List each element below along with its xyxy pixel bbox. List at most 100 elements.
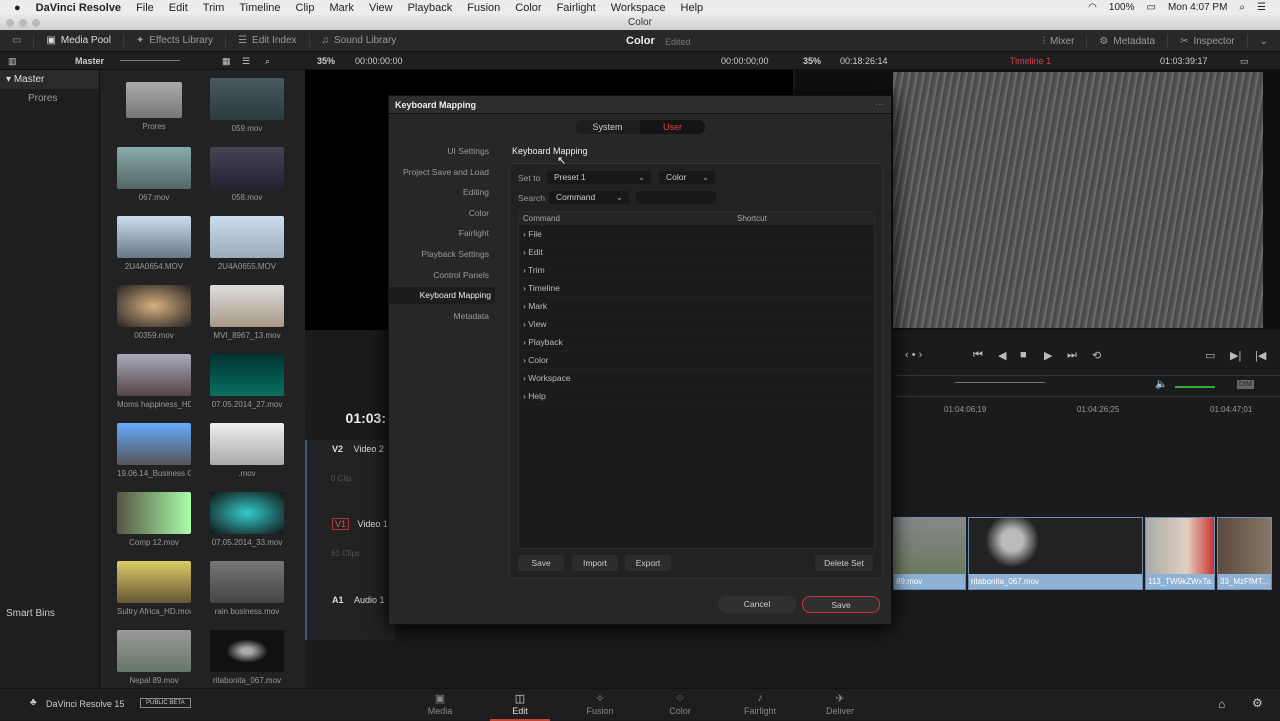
stop-icon[interactable]: ■ bbox=[1020, 349, 1027, 361]
save-button[interactable]: Save bbox=[802, 596, 880, 613]
command-group-row[interactable]: › Workspace bbox=[519, 369, 874, 387]
col-command[interactable]: Command bbox=[523, 214, 560, 223]
track-id[interactable]: V1 bbox=[332, 518, 350, 530]
media-clip[interactable]: Comp 12.mov bbox=[117, 492, 191, 547]
apple-icon[interactable]: ● bbox=[14, 2, 21, 14]
nav-control-panels[interactable]: Control Panels bbox=[433, 270, 489, 280]
media-clip[interactable]: MVI_8967_13.mov bbox=[210, 285, 284, 340]
page-deliver[interactable]: ✈ Deliver bbox=[810, 689, 870, 721]
nav-ui-settings[interactable]: UI Settings bbox=[447, 146, 489, 156]
command-group-row[interactable]: › File bbox=[519, 225, 874, 243]
search-by-dropdown[interactable]: Command ⌄ bbox=[549, 191, 629, 204]
menu-edit[interactable]: Edit bbox=[169, 2, 188, 14]
dim-button[interactable]: DIM bbox=[1237, 380, 1254, 389]
menu-playback[interactable]: Playback bbox=[408, 2, 453, 14]
menu-clip[interactable]: Clip bbox=[296, 2, 315, 14]
track-id[interactable]: A1 bbox=[332, 595, 344, 605]
timeline-zoom-slider[interactable] bbox=[955, 382, 1045, 383]
media-clip[interactable]: 07.05.2014_33.mov bbox=[210, 492, 284, 547]
cancel-button[interactable]: Cancel bbox=[718, 596, 796, 613]
loop-icon[interactable]: ⟲ bbox=[1092, 349, 1101, 362]
media-clip[interactable]: 067.mov bbox=[117, 147, 191, 202]
menu-view[interactable]: View bbox=[369, 2, 393, 14]
thumb-size-slider[interactable] bbox=[120, 60, 180, 61]
nav-editing[interactable]: Editing bbox=[463, 187, 489, 197]
effects-library-button[interactable]: ✦ Effects Library bbox=[124, 33, 227, 48]
search-icon[interactable]: ⌕ bbox=[265, 56, 270, 67]
media-clip[interactable]: 058.mov bbox=[210, 147, 284, 202]
tab-user[interactable]: User bbox=[640, 120, 705, 134]
track-name[interactable]: Audio 1 bbox=[354, 595, 385, 605]
expand-button[interactable]: ⌄ bbox=[1248, 34, 1280, 48]
inspector-button[interactable]: ✂ Inspector bbox=[1168, 34, 1248, 48]
media-clip[interactable]: 00359.mov bbox=[117, 285, 191, 340]
play-icon[interactable]: ▶ bbox=[1044, 349, 1052, 362]
spotlight-icon[interactable]: ⌕ bbox=[1239, 2, 1245, 13]
battery-icon[interactable]: ▭ bbox=[1146, 2, 1155, 13]
mixer-button[interactable]: ⫶ Mixer bbox=[1030, 34, 1088, 48]
timeline-clip[interactable]: ritabonita_067.mov bbox=[968, 517, 1143, 590]
menu-help[interactable]: Help bbox=[681, 2, 704, 14]
command-group-row[interactable]: › View bbox=[519, 315, 874, 333]
command-group-row[interactable]: › Playback bbox=[519, 333, 874, 351]
jump-end-icon[interactable]: ⏭ bbox=[1067, 349, 1077, 362]
command-group-row[interactable]: › Timeline bbox=[519, 279, 874, 297]
menu-trim[interactable]: Trim bbox=[203, 2, 225, 14]
command-group-row[interactable]: › Edit bbox=[519, 243, 874, 261]
media-clip[interactable]: rain business.mov bbox=[210, 561, 284, 616]
media-clip[interactable]: ritabonita_067.mov bbox=[210, 630, 284, 685]
page-media[interactable]: ▣ Media bbox=[410, 689, 470, 721]
menu-fusion[interactable]: Fusion bbox=[467, 2, 500, 14]
rewind-icon[interactable]: ◀ bbox=[998, 349, 1006, 362]
media-clip[interactable]: 19.06.14_Business G... bbox=[117, 423, 191, 478]
timeline-clip[interactable]: 89.mov bbox=[893, 517, 966, 590]
media-clip[interactable]: 059.mov bbox=[210, 78, 284, 133]
source-zoom[interactable]: 35% bbox=[317, 56, 335, 66]
timeline-ruler[interactable]: 01:04:06;19 01:04:26;25 01:04:47;01 bbox=[895, 405, 1280, 423]
page-dropdown[interactable]: Color ⌄ bbox=[659, 171, 715, 184]
nav-fairlight[interactable]: Fairlight bbox=[459, 228, 489, 238]
sidebar-toggle-icon[interactable]: ▥ bbox=[8, 56, 17, 67]
edit-index-button[interactable]: ☰ Edit Index bbox=[226, 33, 310, 48]
media-clip[interactable]: 2U4A0654.MOV bbox=[117, 216, 191, 271]
timeline-clip[interactable]: 113_TW9kZWxTa... bbox=[1145, 517, 1215, 590]
preset-dropdown[interactable]: Preset 1 ⌄ bbox=[547, 171, 651, 184]
page-fusion[interactable]: ✧ Fusion bbox=[570, 689, 630, 721]
timeline-selector[interactable]: Timeline 1 bbox=[1010, 56, 1051, 66]
bin-prores[interactable]: Prores bbox=[0, 89, 99, 108]
command-group-row[interactable]: › Mark bbox=[519, 297, 874, 315]
viewer-mode-icon[interactable]: ▭ bbox=[1240, 56, 1249, 67]
metadata-button[interactable]: ⚙ Metadata bbox=[1087, 34, 1169, 48]
zoom-button[interactable] bbox=[32, 19, 40, 27]
save-set-button[interactable]: Save bbox=[518, 555, 564, 571]
media-clip[interactable]: .mov bbox=[210, 423, 284, 478]
dialog-more-icon[interactable]: ··· bbox=[875, 99, 885, 110]
tab-system[interactable]: System bbox=[575, 120, 640, 134]
home-icon[interactable]: ⌂ bbox=[1218, 697, 1225, 711]
page-edit[interactable]: ◫ Edit bbox=[490, 689, 550, 721]
media-pool-button[interactable]: ▣ Media Pool bbox=[34, 33, 124, 48]
smart-bins-header[interactable]: Smart Bins bbox=[6, 608, 55, 619]
volume-icon[interactable]: 🔈 bbox=[1155, 379, 1167, 390]
close-button[interactable] bbox=[6, 19, 14, 27]
settings-gear-icon[interactable]: ⚙ bbox=[1252, 696, 1263, 710]
delete-set-button[interactable]: Delete Set bbox=[815, 555, 873, 571]
media-clip[interactable]: Nepal 89.mov bbox=[117, 630, 191, 685]
volume-slider[interactable] bbox=[1175, 386, 1215, 388]
bin-master[interactable]: ▾ Master bbox=[0, 70, 99, 89]
nav-metadata[interactable]: Metadata bbox=[454, 311, 489, 321]
command-group-row[interactable]: › Trim bbox=[519, 261, 874, 279]
search-input[interactable] bbox=[636, 191, 716, 204]
nav-playback-settings[interactable]: Playback Settings bbox=[421, 249, 489, 259]
jump-start-icon[interactable]: ⏮ bbox=[973, 349, 983, 362]
track-id[interactable]: V2 bbox=[332, 444, 343, 454]
wifi-icon[interactable]: ◠ bbox=[1088, 2, 1097, 13]
timeline-zoom[interactable]: 35% bbox=[803, 56, 821, 66]
next-edit-icon[interactable]: ▶| bbox=[1230, 349, 1241, 362]
match-frame-icon[interactable]: ▭ bbox=[1205, 349, 1215, 362]
media-clip[interactable]: 07.05.2014_27.mov bbox=[210, 354, 284, 409]
clock[interactable]: Mon 4:07 PM bbox=[1168, 2, 1227, 13]
sound-library-button[interactable]: ♫ Sound Library bbox=[310, 34, 409, 48]
minimize-button[interactable] bbox=[19, 19, 27, 27]
page-color[interactable]: ⁘ Color bbox=[650, 689, 710, 721]
